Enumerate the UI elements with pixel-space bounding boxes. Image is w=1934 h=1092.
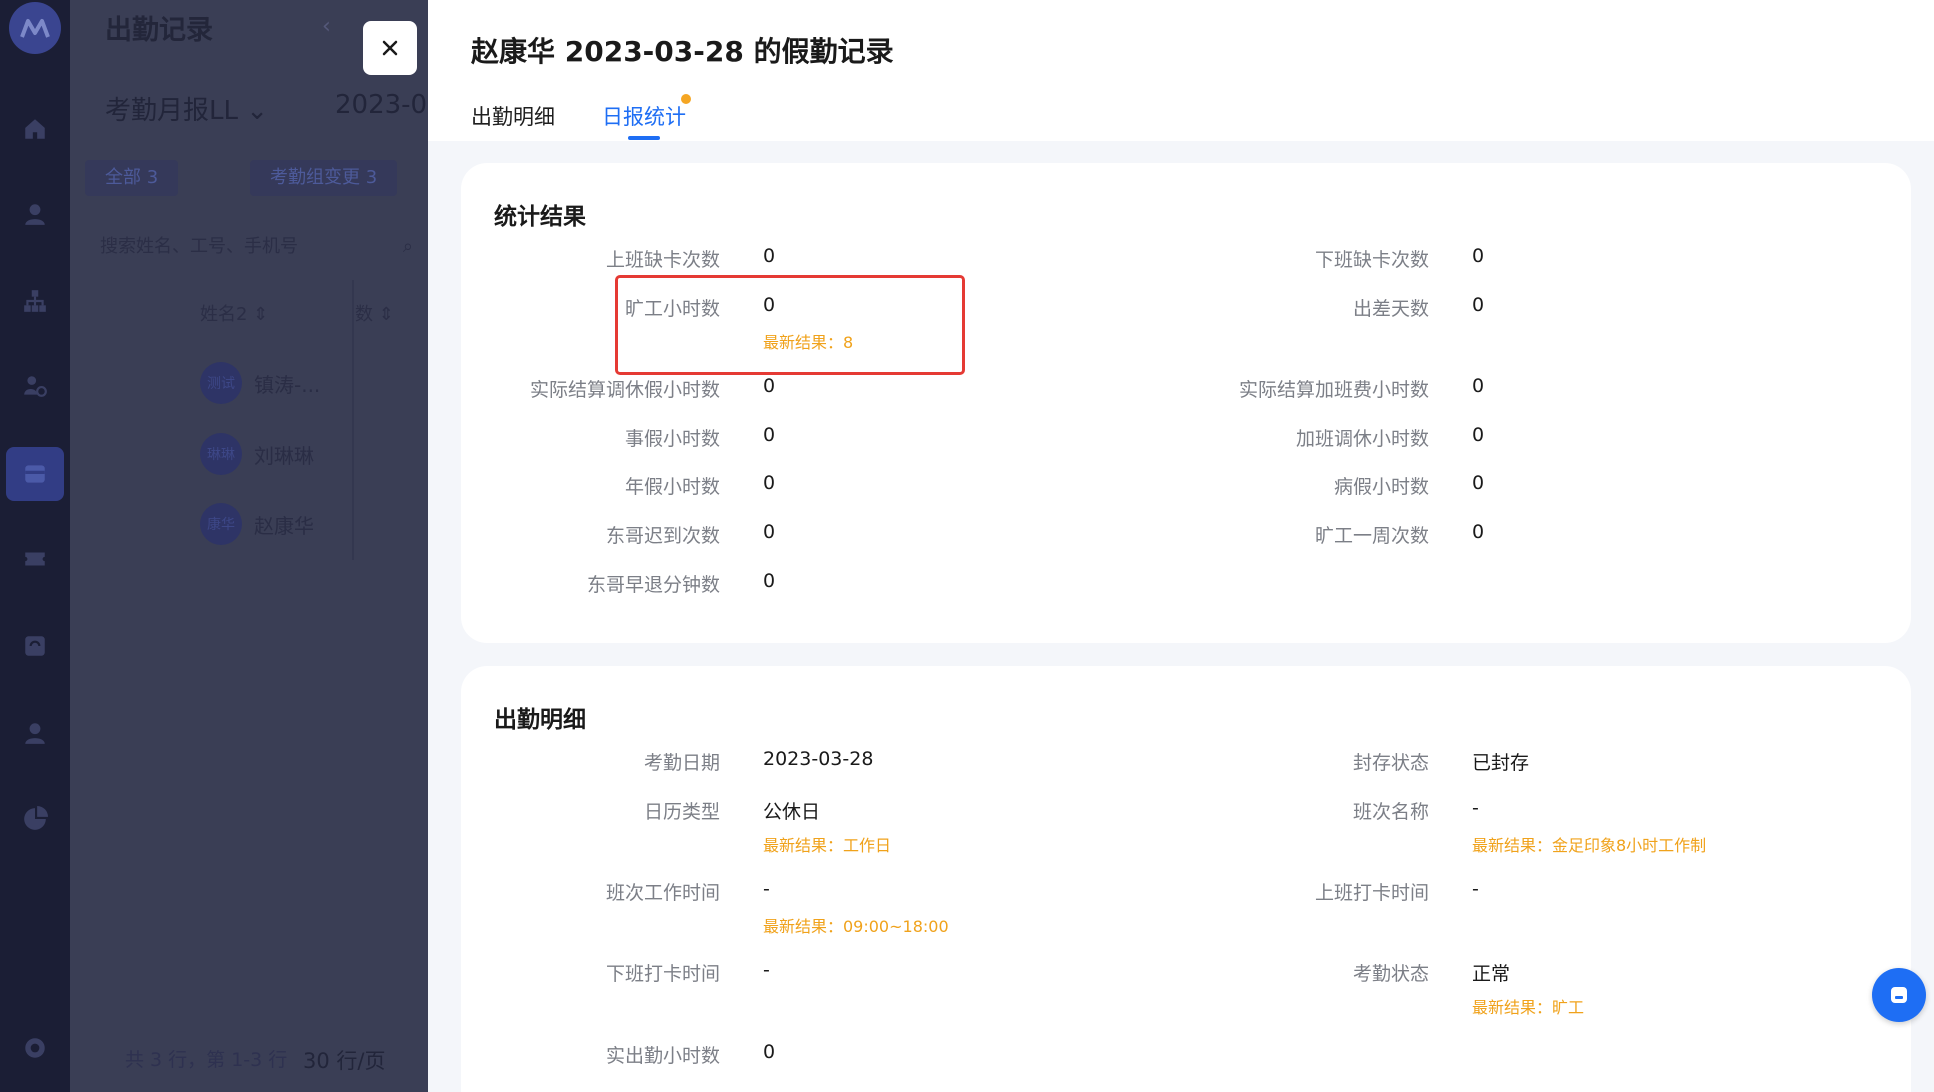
field-value: 0: [1472, 424, 1485, 446]
field-label: 事假小时数: [624, 428, 720, 450]
tab-daily-stats[interactable]: 日报统计: [602, 101, 686, 131]
field-value: 0: [763, 245, 776, 267]
field-label: 日历类型: [643, 801, 720, 823]
active-tab-indicator: [628, 136, 660, 140]
table-row: 测试 镇涛-...: [200, 362, 320, 404]
table-row: 康华 赵康华: [200, 503, 314, 545]
field-label: 加班调休小时数: [1295, 428, 1429, 450]
field-label: 东哥迟到次数: [605, 525, 720, 547]
pagination-summary: 共 3 行，第 1-3 行: [125, 1049, 288, 1071]
page-size-select: 30 行/页: [303, 1049, 386, 1073]
tab-notification-dot: [681, 94, 691, 104]
row-name: 镇涛-...: [254, 372, 321, 397]
drawer-header: 赵康华 2023-03-28 的假勤记录 出勤明细 日报统计: [428, 0, 1934, 141]
close-button[interactable]: [363, 21, 417, 75]
pie-chart-icon[interactable]: [17, 801, 53, 837]
latest-result: 最新结果：09:00~18:00: [763, 917, 949, 936]
field-value: -: [1472, 797, 1479, 819]
field-label: 出差天数: [1352, 298, 1429, 320]
row-name: 刘琳琳: [254, 443, 314, 468]
field-label: 上班缺卡次数: [605, 249, 720, 271]
field-label: 班次名称: [1352, 801, 1429, 823]
filter-all: 全部 3: [85, 160, 179, 196]
floating-chat-button[interactable]: [1872, 968, 1926, 1022]
user-icon[interactable]: [17, 196, 53, 232]
field-value: -: [1472, 878, 1479, 900]
page-title: 出勤记录: [105, 15, 213, 46]
table-row: 琳琳 刘琳琳: [200, 433, 314, 475]
stats-card-title: 统计结果: [494, 204, 586, 230]
field-value: 0: [763, 1041, 776, 1063]
field-label: 考勤状态: [1352, 963, 1429, 985]
detail-card: 出勤明细 考勤日期 2023-03-28 封存状态 已封存 日历类型 公休日 最…: [461, 666, 1911, 1092]
stats-card: 统计结果 上班缺卡次数 0 下班缺卡次数 0 旷工小时数 0 最新结果：8 出差…: [461, 163, 1911, 643]
field-label: 下班打卡时间: [605, 963, 720, 985]
field-value: 公休日: [763, 801, 821, 823]
person-icon[interactable]: [17, 715, 53, 751]
background-page: 出勤记录 ‹ 考勤月报LL ⌄ 2023-04 全部 3 考勤组变更 3 搜索姓…: [70, 0, 428, 1092]
field-label: 旷工一周次数: [1314, 525, 1429, 547]
field-label: 年假小时数: [624, 476, 720, 498]
field-label: 上班打卡时间: [1314, 882, 1429, 904]
field-value: 0: [763, 424, 776, 446]
chevron-left-icon: ‹: [322, 14, 331, 39]
avatar: 琳琳: [200, 433, 242, 475]
latest-result: 最新结果：旷工: [1472, 998, 1585, 1017]
table-header-days: 数 ⇕: [355, 304, 394, 325]
latest-result: 最新结果：工作日: [763, 836, 892, 855]
field-value: 正常: [1472, 963, 1511, 985]
field-label: 实际结算调休假小时数: [529, 379, 720, 401]
field-value: 0: [763, 472, 776, 494]
field-label: 实出勤小时数: [605, 1045, 720, 1067]
highlight-box: [615, 275, 965, 375]
record-drawer: 赵康华 2023-03-28 的假勤记录 出勤明细 日报统计 统计结果 上班缺卡…: [428, 0, 1934, 1092]
chat-icon: [1891, 987, 1907, 1003]
field-value: 0: [1472, 375, 1485, 397]
org-chart-icon[interactable]: [17, 283, 53, 319]
field-value: 0: [1472, 472, 1485, 494]
field-value: 0: [763, 521, 776, 543]
logo-icon[interactable]: [9, 2, 61, 54]
field-label: 病假小时数: [1333, 476, 1429, 498]
field-value: -: [763, 959, 770, 981]
search-input: 搜索姓名、工号、手机号 ⌕: [85, 226, 425, 268]
gear-icon[interactable]: [17, 1030, 53, 1066]
field-value: 已封存: [1472, 752, 1530, 774]
column-divider: [352, 280, 354, 560]
search-icon: ⌕: [402, 236, 413, 257]
field-value: 0: [763, 375, 776, 397]
field-label: 班次工作时间: [605, 882, 720, 904]
side-navigation: [0, 0, 70, 1092]
field-label: 下班缺卡次数: [1314, 249, 1429, 271]
home-icon[interactable]: [17, 111, 53, 147]
field-label: 封存状态: [1352, 752, 1429, 774]
close-icon: [382, 40, 398, 56]
row-name: 赵康华: [254, 513, 314, 538]
tab-attendance-detail[interactable]: 出勤明细: [471, 101, 555, 131]
ticket-icon[interactable]: [17, 541, 53, 577]
calendar-card-icon[interactable]: [6, 447, 64, 501]
field-value: 0: [1472, 521, 1485, 543]
field-value: 0: [1472, 294, 1485, 316]
date-picker: 2023-04: [335, 90, 428, 120]
field-label: 实际结算加班费小时数: [1238, 379, 1429, 401]
field-value: 0: [1472, 245, 1485, 267]
report-select: 考勤月报LL ⌄: [105, 96, 269, 126]
user-settings-icon[interactable]: [17, 368, 53, 404]
field-value: 0: [763, 570, 776, 592]
latest-result: 最新结果：金足印象8小时工作制: [1472, 836, 1707, 855]
field-value: 2023-03-28: [763, 748, 874, 770]
filter-group-change: 考勤组变更 3: [250, 160, 398, 196]
avatar: 测试: [200, 362, 242, 404]
detail-card-title: 出勤明细: [494, 707, 586, 733]
table-header-name: 姓名2 ⇕: [200, 304, 269, 325]
field-label: 东哥早退分钟数: [586, 574, 720, 596]
drawer-title: 赵康华 2023-03-28 的假勤记录: [471, 35, 894, 68]
avatar: 康华: [200, 503, 242, 545]
refresh-doc-icon[interactable]: [17, 628, 53, 664]
field-label: 考勤日期: [643, 752, 720, 774]
field-value: -: [763, 878, 770, 900]
